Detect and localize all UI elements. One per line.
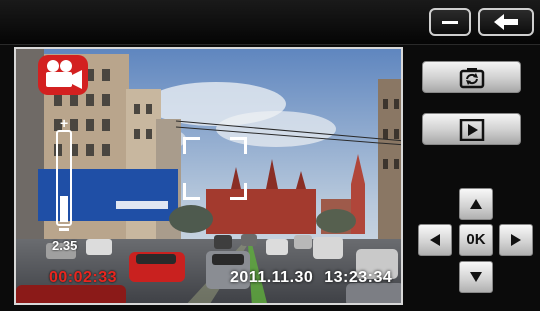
top-bar xyxy=(0,0,540,45)
focus-corner-top-right xyxy=(230,137,247,154)
back-button[interactable] xyxy=(478,8,534,36)
dpad-up-button[interactable] xyxy=(459,188,493,220)
playback-button[interactable] xyxy=(422,113,521,145)
dpad-down-button[interactable] xyxy=(459,261,493,293)
recording-time: 00:02:33 xyxy=(49,269,118,286)
zoom-level-fill xyxy=(60,196,68,222)
zoom-indicator[interactable]: + 2.35 xyxy=(52,115,78,266)
date-time-stamp: 2011.11.30 13:23:34 xyxy=(230,269,393,286)
zoom-plus-label: + xyxy=(60,115,69,131)
zoom-track[interactable] xyxy=(56,130,72,226)
focus-corner-bottom-left xyxy=(183,183,200,200)
minimize-button[interactable] xyxy=(429,8,471,36)
back-arrow-icon xyxy=(494,14,518,30)
right-triangle-icon xyxy=(511,234,521,246)
camera-switch-icon xyxy=(459,68,485,89)
play-icon xyxy=(459,119,485,141)
dpad-left-button[interactable] xyxy=(418,224,452,256)
video-camera-icon xyxy=(46,60,82,89)
zoom-value: 2.35 xyxy=(52,238,78,253)
dashcam-screen: + 2.35 00:02:33 2011.11.30 13:23:34 0K xyxy=(0,0,540,311)
up-triangle-icon xyxy=(470,199,482,209)
left-triangle-icon xyxy=(430,234,440,246)
video-mode-badge xyxy=(38,55,88,95)
dpad-right-button[interactable] xyxy=(499,224,533,256)
camera-preview[interactable]: + 2.35 00:02:33 2011.11.30 13:23:34 xyxy=(14,47,403,305)
switch-camera-button[interactable] xyxy=(422,61,521,93)
ok-label: 0K xyxy=(466,231,486,248)
dpad-ok-button[interactable]: 0K xyxy=(459,224,493,256)
focus-corner-bottom-right xyxy=(230,183,247,200)
zoom-minus-icon xyxy=(59,228,69,231)
down-triangle-icon xyxy=(470,272,482,282)
minus-icon xyxy=(442,21,458,24)
focus-frame xyxy=(183,137,247,200)
focus-corner-top-left xyxy=(183,137,200,154)
